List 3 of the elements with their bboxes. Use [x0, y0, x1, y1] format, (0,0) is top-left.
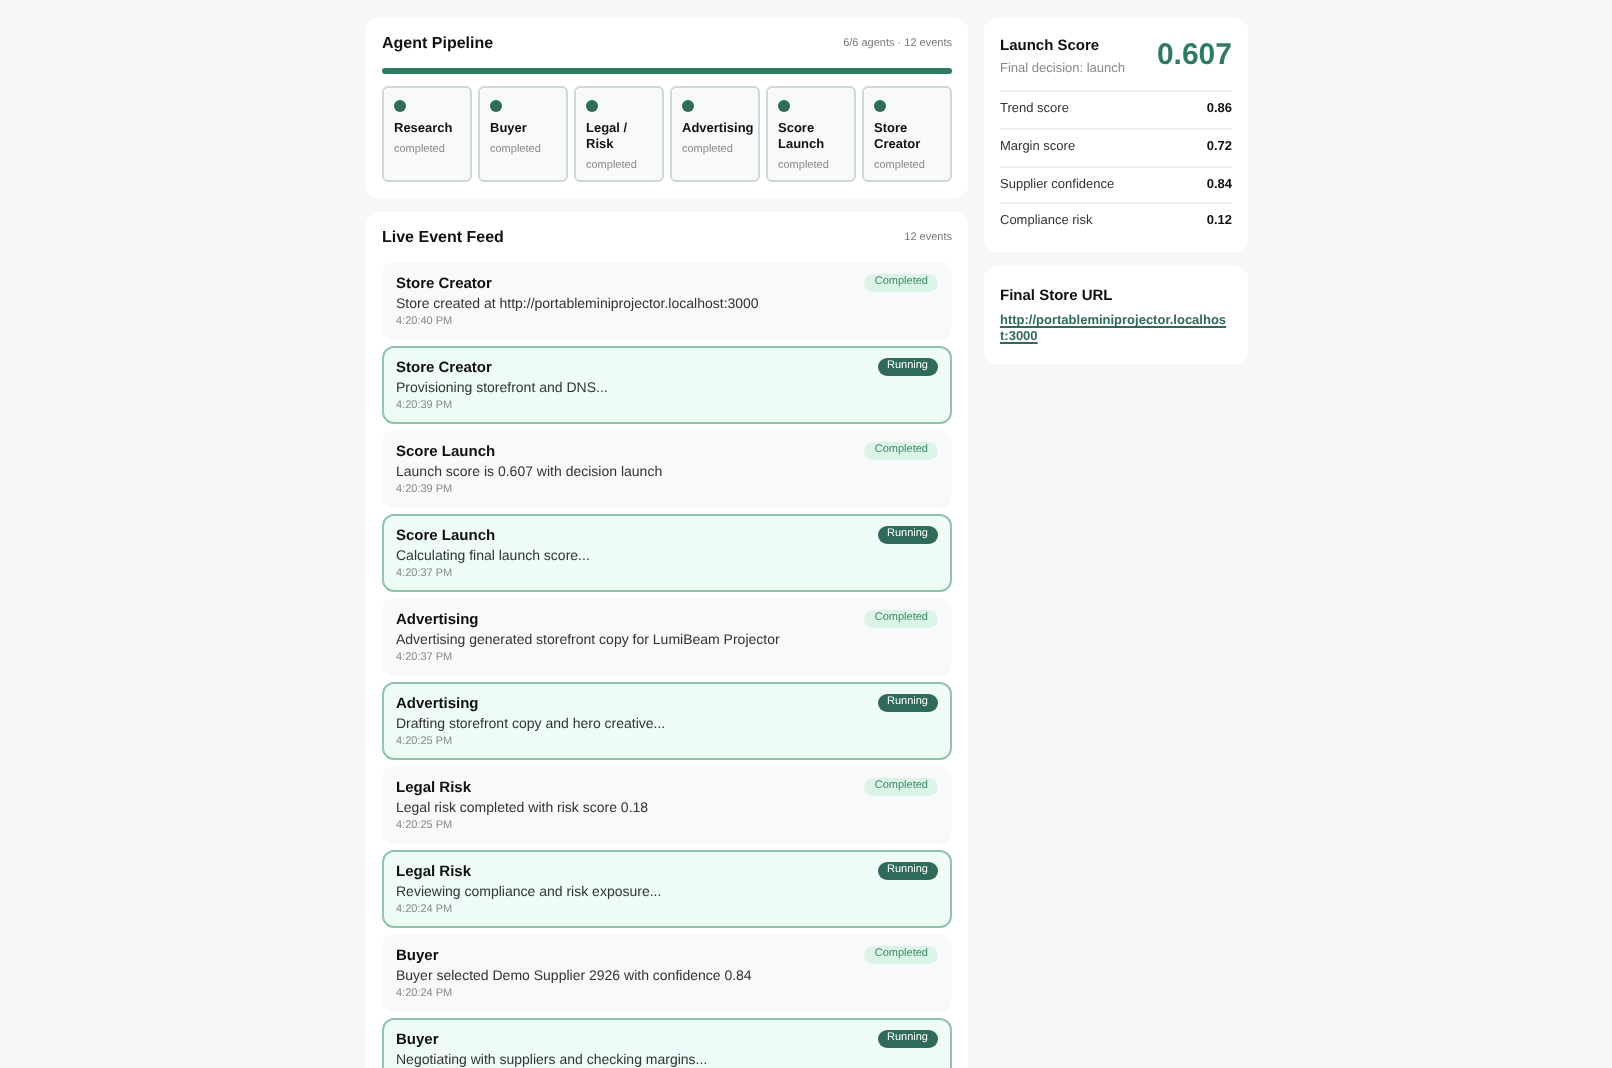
panel-title: Agent Pipeline	[382, 32, 494, 56]
launch-score: 0.607	[1156, 36, 1232, 76]
panel-title: Live Event Feed	[382, 226, 504, 250]
